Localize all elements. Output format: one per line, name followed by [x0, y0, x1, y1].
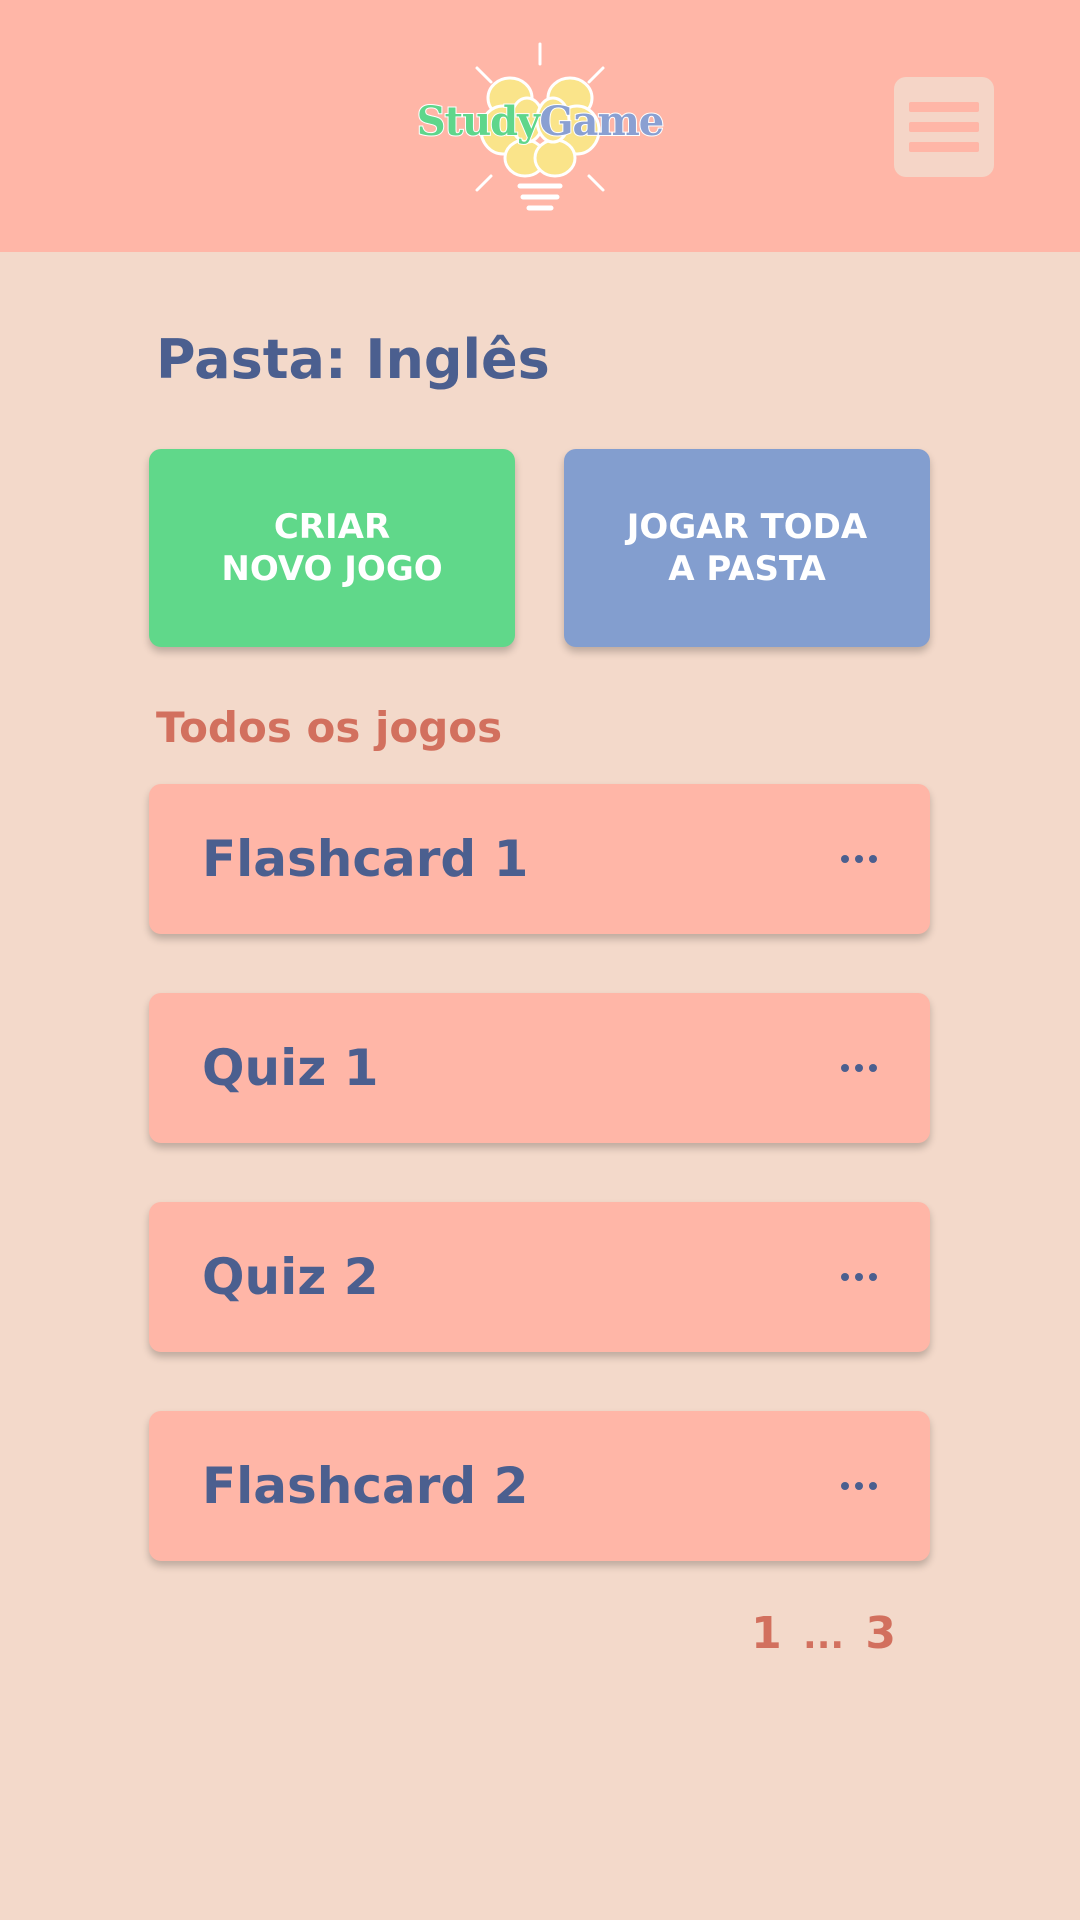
- more-options-icon[interactable]: [841, 993, 877, 1143]
- studygame-logo[interactable]: StudyGame: [405, 38, 675, 218]
- pagination-last-page[interactable]: 3: [865, 1612, 896, 1656]
- game-card[interactable]: Flashcard 2: [149, 1411, 930, 1561]
- game-name: Flashcard 2: [202, 1457, 529, 1515]
- hamburger-menu-icon[interactable]: [894, 77, 994, 177]
- create-new-game-button[interactable]: CRIAR NOVO JOGO: [149, 449, 515, 647]
- games-section-title: Todos os jogos: [156, 703, 503, 752]
- pagination-ellipsis: ...: [803, 1616, 845, 1657]
- game-name: Quiz 1: [202, 1039, 379, 1097]
- menu-bar: [909, 122, 979, 132]
- app-header: StudyGame: [0, 0, 1080, 252]
- play-all-folder-button[interactable]: JOGAR TODA A PASTA: [564, 449, 930, 647]
- games-list: Flashcard 1 Quiz 1 Quiz 2 Flashcard 2: [149, 784, 930, 1620]
- create-button-label-line2: NOVO JOGO: [221, 549, 443, 589]
- more-options-icon[interactable]: [841, 1411, 877, 1561]
- menu-bar: [909, 142, 979, 152]
- logo-wordmark: StudyGame: [405, 101, 675, 143]
- game-name: Quiz 2: [202, 1248, 379, 1306]
- pagination-current-page[interactable]: 1: [751, 1612, 782, 1656]
- game-card[interactable]: Quiz 2: [149, 1202, 930, 1352]
- menu-bar: [909, 102, 979, 112]
- create-button-label-line1: CRIAR: [273, 507, 391, 547]
- play-button-label-line1: JOGAR TODA: [626, 507, 868, 547]
- game-name: Flashcard 1: [202, 830, 529, 888]
- page-title: Pasta: Inglês: [156, 328, 550, 391]
- more-options-icon[interactable]: [841, 1202, 877, 1352]
- logo-text-study: Study: [416, 98, 542, 145]
- game-card[interactable]: Quiz 1: [149, 993, 930, 1143]
- logo-text-game: Game: [538, 98, 665, 145]
- pagination: 1 ... 3: [751, 1612, 896, 1656]
- game-card[interactable]: Flashcard 1: [149, 784, 930, 934]
- more-options-icon[interactable]: [841, 784, 877, 934]
- play-button-label-line2: A PASTA: [668, 549, 826, 589]
